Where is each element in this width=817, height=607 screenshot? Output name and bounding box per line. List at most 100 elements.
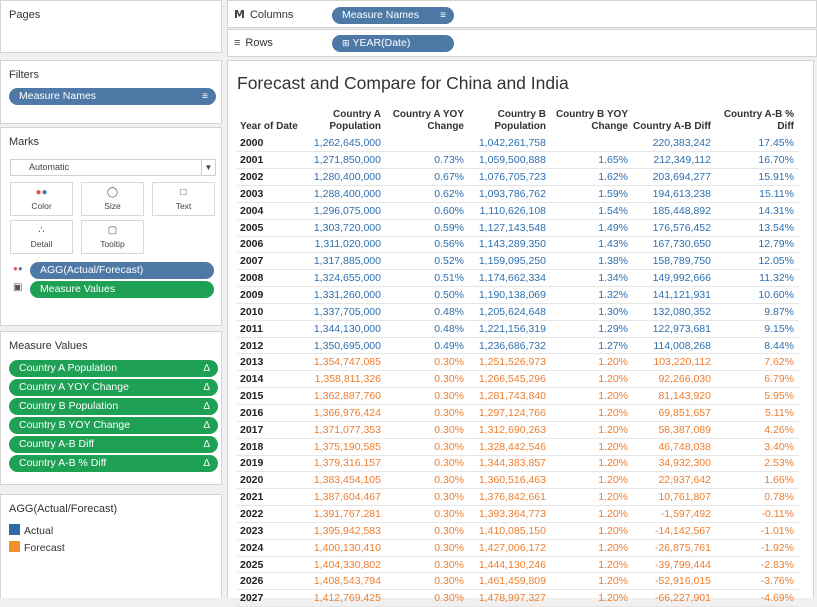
value-cell: 1,400,130,410 xyxy=(313,539,386,557)
measure-pill-country-a-yoy-change[interactable]: Country A YOY Change Δ xyxy=(9,379,218,396)
rows-pill-year-date[interactable]: ⊞ YEAR(Date) xyxy=(332,35,454,52)
value-cell: 1,461,459,809 xyxy=(469,572,551,591)
value-cell: 1,337,705,000 xyxy=(313,303,386,321)
table-row[interactable]: 2024 1,400,130,410 0.30% 1,427,006,172 1.20%… xyxy=(237,539,799,557)
measure-pill-country-a-population[interactable]: Country A Population Δ xyxy=(9,360,218,377)
measure-pill-country-a-b-diff[interactable]: Country A-B Diff Δ xyxy=(9,436,218,453)
value-cell: 103,220,112 xyxy=(633,353,716,372)
table-row[interactable]: 2016 1,366,976,424 0.30% 1,297,124,766 1.20%… xyxy=(237,404,799,422)
table-row[interactable]: 2015 1,362,887,760 0.30% 1,281,743,840 1.20%… xyxy=(237,387,799,405)
year-cell: 2017 xyxy=(237,421,313,439)
legend-item-forecast[interactable]: Forecast xyxy=(9,541,65,554)
table-row[interactable]: 2002 1,280,400,000 0.67% 1,076,705,723 1.62%… xyxy=(237,168,799,187)
value-cell: 122,973,681 xyxy=(633,320,716,338)
table-row[interactable]: 2000 1,262,645,000 1,042,261,758 220,383,24… xyxy=(237,135,799,153)
value-cell: 1.20% xyxy=(551,488,633,507)
value-cell: 1,303,720,000 xyxy=(313,219,386,237)
table-row[interactable]: 2020 1,383,454,105 0.30% 1,360,516,463 1.20%… xyxy=(237,471,799,490)
table-row[interactable]: 2008 1,324,655,000 0.51% 1,174,662,334 1.34%… xyxy=(237,269,799,288)
detail-button[interactable]: ∴ Detail xyxy=(10,220,73,254)
measure-pill-country-a-b-pct-diff[interactable]: Country A-B % Diff Δ xyxy=(9,455,218,472)
table-row[interactable]: 2019 1,379,316,157 0.30% 1,344,383,857 1.20%… xyxy=(237,455,799,473)
measure-values-card[interactable]: Measure Values Country A Population Δ Cou… xyxy=(0,331,222,485)
year-cell: 2014 xyxy=(237,370,313,389)
table-row[interactable]: 2017 1,371,077,353 0.30% 1,312,690,263 1.20%… xyxy=(237,421,799,439)
year-cell: 2009 xyxy=(237,286,313,304)
color-legend-card[interactable]: AGG(Actual/Forecast) Actual Forecast xyxy=(0,494,222,598)
value-cell: 1,127,143,548 xyxy=(469,219,551,237)
value-cell: 194,613,238 xyxy=(633,185,716,203)
table-row[interactable]: 2021 1,387,604,467 0.30% 1,376,842,661 1.20%… xyxy=(237,488,799,507)
text-button[interactable]: □ Text xyxy=(152,182,215,216)
value-cell: 0.48% xyxy=(386,303,469,321)
columns-pill-measure-names[interactable]: Measure Names ≡ xyxy=(332,7,454,24)
value-cell: 1,410,085,150 xyxy=(469,522,551,540)
size-button[interactable]: ◯ Size xyxy=(81,182,144,216)
rows-shelf[interactable]: ≡ Rows ⊞ YEAR(Date) xyxy=(227,29,817,57)
table-row[interactable]: 2013 1,354,747,085 0.30% 1,251,526,973 1.20%… xyxy=(237,353,799,372)
filters-title: Filters xyxy=(9,69,39,81)
filter-pill-measure-names[interactable]: Measure Names ≡ xyxy=(9,88,216,105)
table-row[interactable]: 2004 1,296,075,000 0.60% 1,110,626,108 1.54%… xyxy=(237,202,799,220)
color-button[interactable]: ●● Color xyxy=(10,182,73,216)
table-row[interactable]: 2023 1,395,942,583 0.30% 1,410,085,150 1.20%… xyxy=(237,522,799,540)
value-cell: 0.48% xyxy=(386,320,469,338)
table-row[interactable]: 2012 1,350,695,000 0.49% 1,236,686,732 1.27%… xyxy=(237,337,799,355)
table-row[interactable]: 2009 1,331,260,000 0.50% 1,190,138,069 1.32%… xyxy=(237,286,799,304)
legend-item-actual[interactable]: Actual xyxy=(9,524,53,537)
value-cell: 1,375,190,585 xyxy=(313,438,386,456)
value-cell: 1,404,330,802 xyxy=(313,556,386,574)
mark-type-select[interactable]: Automatic ▼ xyxy=(10,159,216,176)
measure-pill-country-b-yoy-change[interactable]: Country B YOY Change Δ xyxy=(9,417,218,434)
value-cell: 10.60% xyxy=(716,286,799,304)
pages-card[interactable]: Pages xyxy=(0,0,222,53)
table-row[interactable]: 2003 1,288,400,000 0.62% 1,093,786,762 1.59%… xyxy=(237,185,799,203)
color-icon: ●● xyxy=(35,187,48,198)
crosstab-view[interactable]: Forecast and Compare for China and India… xyxy=(227,60,814,607)
table-row[interactable]: 2005 1,303,720,000 0.59% 1,127,143,548 1.49%… xyxy=(237,219,799,237)
table-row[interactable]: 2022 1,391,767,281 0.30% 1,393,364,773 1.20%… xyxy=(237,505,799,523)
value-cell: 1.43% xyxy=(551,236,633,254)
table-row[interactable]: 2014 1,358,811,326 0.30% 1,266,545,296 1.20%… xyxy=(237,370,799,389)
filter-sort-icon: ≡ xyxy=(202,91,208,102)
value-cell: 1.20% xyxy=(551,421,633,439)
value-cell: 1,266,545,296 xyxy=(469,370,551,389)
marks-pill-measure-values[interactable]: Measure Values xyxy=(30,281,214,298)
value-cell: 0.30% xyxy=(386,505,469,523)
value-cell: 1,251,526,973 xyxy=(469,353,551,372)
value-cell: 0.50% xyxy=(386,286,469,304)
value-cell: 1,366,976,424 xyxy=(313,404,386,422)
delta-icon: Δ xyxy=(203,458,210,469)
table-row[interactable]: 2027 1,412,769,425 0.30% 1,478,997,327 1.20%… xyxy=(237,589,799,607)
table-row[interactable]: 2006 1,311,020,000 0.56% 1,143,289,350 1.43%… xyxy=(237,236,799,254)
year-cell: 2027 xyxy=(237,589,313,607)
columns-shelf[interactable]: Ⅿ Columns Measure Names ≡ xyxy=(227,0,817,28)
value-cell: 1.20% xyxy=(551,556,633,574)
value-cell: 1,174,662,334 xyxy=(469,269,551,288)
table-row[interactable]: 2007 1,317,885,000 0.52% 1,159,095,250 1.38%… xyxy=(237,252,799,271)
table-row[interactable]: 2010 1,337,705,000 0.48% 1,205,624,648 1.30%… xyxy=(237,303,799,321)
value-cell: -26,875,761 xyxy=(633,539,716,557)
marks-card[interactable]: Marks Automatic ▼ ●● Color ◯ Size □ Text… xyxy=(0,127,222,326)
value-cell: 0.30% xyxy=(386,589,469,607)
table-row[interactable]: 2018 1,375,190,585 0.30% 1,328,442,546 1.20%… xyxy=(237,438,799,456)
value-cell: 0.30% xyxy=(386,572,469,591)
filters-card[interactable]: Filters Measure Names ≡ xyxy=(0,60,222,124)
value-cell: 0.59% xyxy=(386,219,469,237)
value-cell: 34,932,300 xyxy=(633,455,716,473)
value-cell: 1,344,383,857 xyxy=(469,455,551,473)
year-cell: 2023 xyxy=(237,522,313,540)
measure-pill-country-b-population[interactable]: Country B Population Δ xyxy=(9,398,218,415)
marks-pill-actual-forecast[interactable]: AGG(Actual/Forecast) xyxy=(30,262,214,279)
value-cell: 1,159,095,250 xyxy=(469,252,551,271)
table-row[interactable]: 2001 1,271,850,000 0.73% 1,059,500,888 1.65%… xyxy=(237,151,799,170)
tooltip-button[interactable]: ▢ Tooltip xyxy=(81,220,144,254)
col-header-country-b-yoy: Country B YOY Change xyxy=(555,109,628,132)
table-row[interactable]: 2026 1,408,543,794 0.30% 1,461,459,809 1.20%… xyxy=(237,572,799,591)
value-cell: 4.26% xyxy=(716,421,799,439)
table-row[interactable]: 2025 1,404,330,802 0.30% 1,444,130,246 1.20%… xyxy=(237,556,799,574)
table-row[interactable]: 2011 1,344,130,000 0.48% 1,221,156,319 1.29%… xyxy=(237,320,799,338)
value-cell: 1,444,130,246 xyxy=(469,556,551,574)
year-cell: 2002 xyxy=(237,168,313,187)
pages-title: Pages xyxy=(9,9,41,21)
